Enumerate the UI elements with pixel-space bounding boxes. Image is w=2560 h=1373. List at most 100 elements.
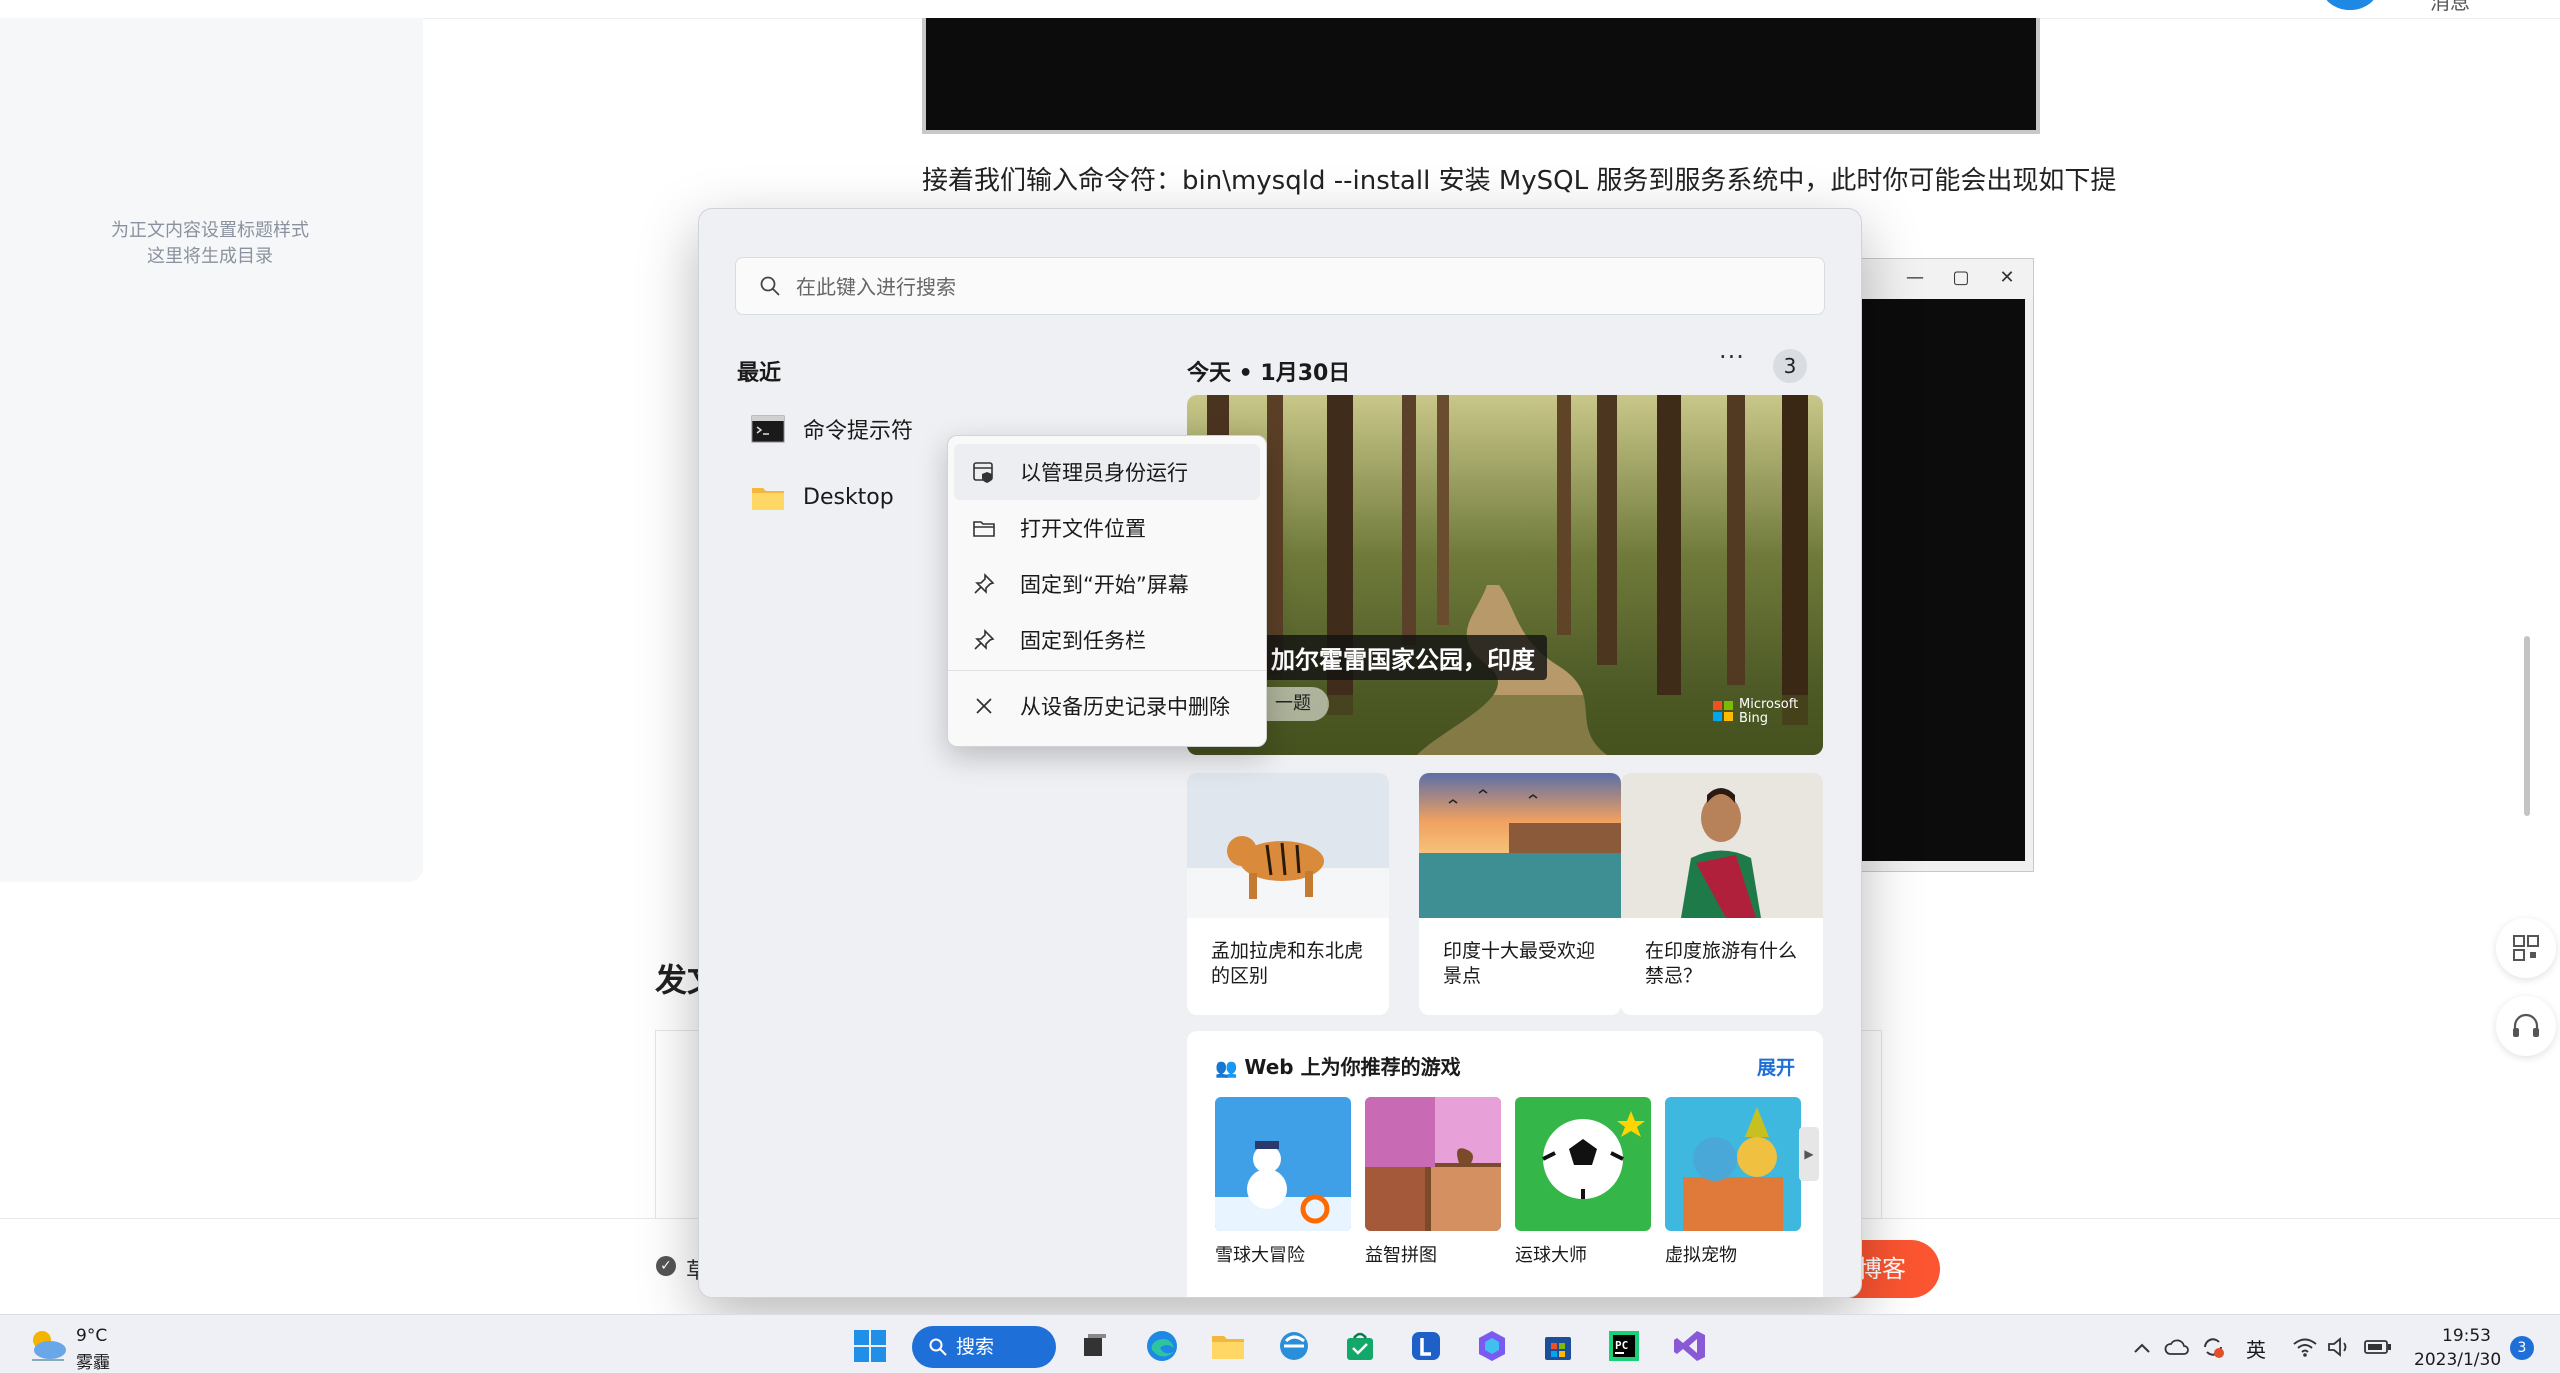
recent-item-label: 命令提示符 <box>803 419 914 444</box>
game-tile[interactable] <box>1365 1097 1501 1231</box>
pin-to-start-menu-item[interactable]: 固定到“开始”屏幕 <box>954 556 1260 612</box>
search-icon <box>760 276 780 296</box>
game-tile[interactable] <box>1515 1097 1651 1231</box>
menu-item-label: 从设备历史记录中删除 <box>1020 695 1230 719</box>
qr-code-button[interactable] <box>2496 918 2556 978</box>
windows-start-icon[interactable] <box>852 1328 888 1364</box>
pin-to-taskbar-menu-item[interactable]: 固定到任务栏 <box>954 612 1260 668</box>
game-label: 雪球大冒险 <box>1215 1245 1305 1266</box>
menu-item-label: 固定到“开始”屏幕 <box>1020 573 1189 597</box>
weather-description[interactable]: 雾霾 <box>76 1348 110 1373</box>
remove-from-history-menu-item[interactable]: 从设备历史记录中删除 <box>954 678 1260 734</box>
weather-haze-icon[interactable] <box>24 1324 72 1364</box>
menu-divider <box>948 670 1266 671</box>
game-label: 益智拼图 <box>1365 1245 1437 1266</box>
taskbar-search-button[interactable]: 搜索 <box>912 1326 1056 1368</box>
page-scrollbar[interactable] <box>2524 636 2530 816</box>
close-icon: ✕ <box>1999 267 2015 288</box>
ie-browser-icon[interactable] <box>1276 1328 1312 1364</box>
recent-heading: 最近 <box>737 361 782 386</box>
game-label: 虚拟宠物 <box>1665 1245 1737 1266</box>
search-input[interactable] <box>794 268 1798 306</box>
puzzle-game-image <box>1365 1097 1501 1231</box>
pin-icon <box>970 570 998 598</box>
show-hidden-icons-chevron-icon[interactable] <box>2132 1340 2152 1356</box>
hero-caption: 加尔霍雷国家公园，印度 <box>1259 635 1547 680</box>
news-headline: 印度十大最受欢迎景点 <box>1443 940 1596 987</box>
file-explorer-icon[interactable] <box>1210 1328 1246 1364</box>
messages-link[interactable]: 消息 <box>2430 0 2470 15</box>
toc-hint-line1: 为正文内容设置标题样式 <box>111 220 309 241</box>
bing-brand-line1: Microsoft <box>1739 697 1799 712</box>
edge-browser-icon[interactable] <box>1144 1328 1180 1364</box>
headset-icon <box>2513 1013 2539 1037</box>
notification-center-badge[interactable]: 3 <box>2510 1336 2534 1360</box>
start-menu-search-panel: 最近 命令提示符 Desktop 今天 • 1月30日 ··· 3 <box>698 208 1862 1298</box>
toc-hint: 为正文内容设置标题样式 这里将生成目录 <box>60 218 360 270</box>
terminal-console <box>1859 299 2025 861</box>
recent-item-desktop[interactable]: Desktop <box>751 475 894 519</box>
qr-code-icon <box>2513 935 2539 961</box>
taskbar-search-label: 搜索 <box>956 1336 995 1358</box>
clock-date[interactable]: 2023/1/30 <box>2414 1350 2501 1370</box>
cmd-icon <box>751 415 785 443</box>
menu-item-label: 固定到任务栏 <box>1020 629 1146 653</box>
run-as-admin-menu-item[interactable]: 以管理员身份运行 <box>954 444 1260 500</box>
copilot-app-icon[interactable] <box>1474 1328 1510 1364</box>
today-heading: 今天 • 1月30日 <box>1187 361 1351 386</box>
page-top-strip <box>0 0 2560 19</box>
article-text: 接着我们输入命令符：bin\mysqld --install 安装 MySQL … <box>922 166 2117 196</box>
sync-icon[interactable] <box>2200 1334 2226 1360</box>
notification-count-badge[interactable]: 3 <box>1773 349 1807 383</box>
more-options-icon[interactable]: ··· <box>1719 343 1745 371</box>
customer-service-button[interactable] <box>2496 996 2556 1056</box>
battery-icon[interactable] <box>2364 1338 2392 1356</box>
menu-item-label: 打开文件位置 <box>1020 517 1146 541</box>
pycharm-icon[interactable]: PC <box>1606 1328 1642 1364</box>
task-view-icon[interactable] <box>1076 1328 1112 1364</box>
virtual-pet-game-image <box>1665 1097 1801 1231</box>
onedrive-cloud-icon[interactable] <box>2164 1336 2190 1358</box>
recommended-games-panel: 👥 Web 上为你推荐的游戏 展开 ▶ 雪球大冒险 益智拼图 运球大师 虚拟宠物 <box>1187 1031 1823 1297</box>
news-card[interactable]: 印度十大最受欢迎景点 <box>1419 773 1621 1015</box>
menu-item-label: 以管理员身份运行 <box>1020 461 1188 485</box>
visual-studio-icon[interactable] <box>1672 1328 1708 1364</box>
news-card[interactable]: 在印度旅游有什么禁忌？ <box>1621 773 1823 1015</box>
bing-brand-line2: Bing <box>1739 711 1769 726</box>
microsoft-logo-icon <box>1713 701 1733 721</box>
start-search-box[interactable] <box>735 257 1825 315</box>
store-bag-icon[interactable] <box>1342 1328 1378 1364</box>
games-title-text: Web 上为你推荐的游戏 <box>1244 1055 1461 1079</box>
volume-icon[interactable] <box>2326 1336 2352 1358</box>
featured-image-card[interactable]: 加尔霍雷国家公园，印度 一题 Microsoft Bing <box>1187 395 1823 755</box>
game-tile[interactable] <box>1215 1097 1351 1231</box>
wifi-icon[interactable] <box>2292 1336 2318 1358</box>
svg-text:PC: PC <box>1615 1339 1628 1352</box>
expand-games-link[interactable]: 展开 <box>1757 1053 1795 1080</box>
tiger-image <box>1187 773 1389 918</box>
weather-temperature[interactable]: 9°C <box>76 1326 107 1346</box>
terminal-screenshot-window: — ▢ ✕ <box>1850 258 2034 872</box>
lenovo-app-icon[interactable] <box>1408 1328 1444 1364</box>
recent-item-context-menu: 以管理员身份运行 打开文件位置 固定到“开始”屏幕 固定到任务栏 从设备历史记录… <box>947 435 1267 747</box>
game-tile[interactable] <box>1665 1097 1801 1231</box>
next-games-arrow-icon[interactable]: ▶ <box>1799 1127 1819 1181</box>
recent-item-label: Desktop <box>803 484 894 510</box>
bing-brand-text: Microsoft Bing <box>1739 698 1798 726</box>
news-headline: 孟加拉虎和东北虎的区别 <box>1211 940 1364 987</box>
open-file-location-menu-item[interactable]: 打开文件位置 <box>954 500 1260 556</box>
recent-item-cmd[interactable]: 命令提示符 <box>751 407 913 451</box>
river-sunset-image <box>1419 773 1621 918</box>
run-as-admin-icon <box>970 458 998 486</box>
ime-language-indicator[interactable]: 英 <box>2246 1334 2266 1363</box>
toc-hint-line2: 这里将生成目录 <box>147 246 273 267</box>
clock-time[interactable]: 19:53 <box>2442 1326 2491 1346</box>
news-headline: 在印度旅游有什么禁忌？ <box>1645 940 1798 987</box>
soccer-game-image <box>1515 1097 1651 1231</box>
games-title: 👥 Web 上为你推荐的游戏 <box>1215 1051 1461 1080</box>
microsoft-store-icon[interactable] <box>1540 1328 1576 1364</box>
news-card[interactable]: 孟加拉虎和东北虎的区别 <box>1187 773 1389 1015</box>
woman-in-sari-image <box>1621 773 1823 918</box>
check-icon: ✓ <box>656 1256 676 1276</box>
terminal-screenshot-top <box>922 18 2040 134</box>
